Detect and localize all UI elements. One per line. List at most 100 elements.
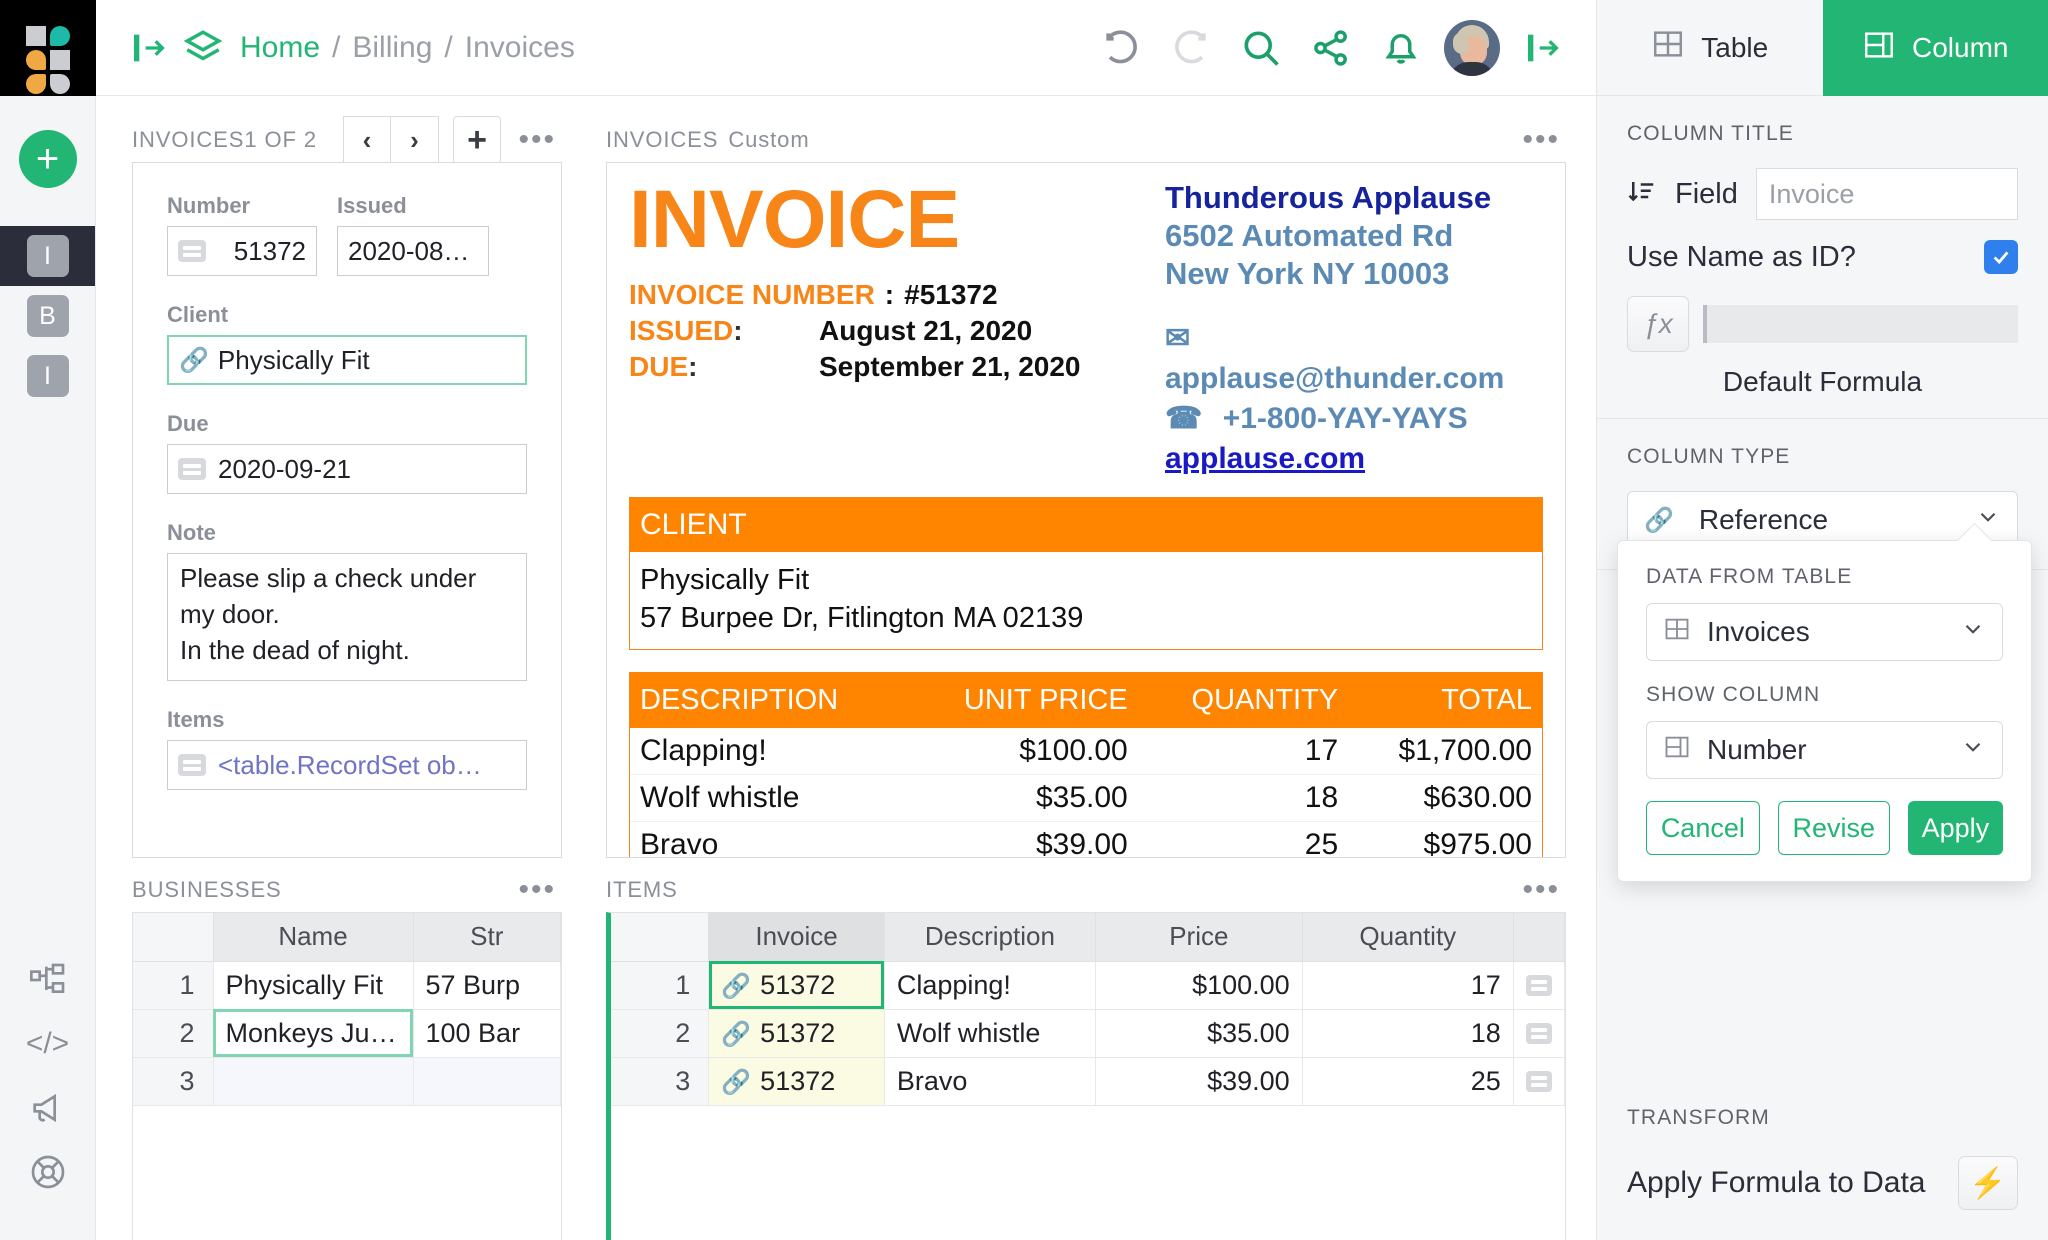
- business-name[interactable]: Monkeys Jug…: [213, 1009, 413, 1057]
- item-description[interactable]: Wolf whistle: [884, 1009, 1095, 1057]
- item-quantity[interactable]: 25: [1302, 1057, 1513, 1105]
- sidebar-item-items[interactable]: I: [0, 346, 95, 406]
- businesses-col-name[interactable]: Name: [213, 913, 413, 961]
- code-icon[interactable]: </>: [0, 1012, 95, 1076]
- panel-expand-icon[interactable]: [1516, 21, 1570, 75]
- business-street[interactable]: 57 Burp: [413, 961, 561, 1009]
- use-name-as-id-checkbox[interactable]: [1984, 240, 2018, 274]
- item-invoice[interactable]: 🔗51372: [709, 961, 885, 1009]
- item-description[interactable]: Clapping!: [884, 961, 1095, 1009]
- revise-button[interactable]: Revise: [1778, 801, 1890, 855]
- tab-table[interactable]: Table: [1597, 0, 1823, 96]
- search-icon[interactable]: [1234, 21, 1288, 75]
- help-icon[interactable]: [0, 1140, 95, 1204]
- record-pager-group: ‹ ›: [343, 116, 439, 164]
- document-title: INVOICES: [606, 127, 718, 153]
- sidebar-item-invoices[interactable]: I: [0, 226, 95, 286]
- number-field-group: Number 51372: [167, 193, 317, 276]
- item-price[interactable]: $35.00: [1096, 1009, 1303, 1057]
- item-lock-cell: [1513, 1009, 1564, 1057]
- document-subtitle: Custom: [728, 127, 809, 153]
- company-phone-line: ☎ +1-800-YAY-YAYS: [1165, 399, 1543, 439]
- invoice-left-block: INVOICE INVOICE NUMBER : #51372 ISSUED:: [629, 179, 1149, 479]
- layers-icon[interactable]: [176, 21, 230, 75]
- businesses-widget: BUSINESSES ••• Name Str: [132, 868, 562, 1240]
- item-description[interactable]: Bravo: [884, 1057, 1095, 1105]
- megaphone-icon[interactable]: [0, 1076, 95, 1140]
- sidebar-item-businesses[interactable]: B: [0, 286, 95, 346]
- invoice-number-key: INVOICE NUMBER: [629, 277, 875, 313]
- business-street[interactable]: 100 Bar: [413, 1009, 561, 1057]
- items-col-price[interactable]: Price: [1096, 913, 1303, 961]
- item-invoice[interactable]: 🔗51372: [709, 1057, 885, 1105]
- line-item-row: Bravo $39.00 25 $975.00: [630, 822, 1542, 859]
- business-street[interactable]: [413, 1057, 561, 1105]
- items-col-lock: [1513, 913, 1564, 961]
- items-grid-box[interactable]: Invoice Description Price Quantity 1: [606, 912, 1566, 1240]
- item-quantity[interactable]: 17: [1302, 961, 1513, 1009]
- logo-petal: [26, 74, 46, 94]
- next-record-button[interactable]: ›: [391, 116, 439, 164]
- line-unit-price: $35.00: [906, 775, 1138, 822]
- client-field[interactable]: 🔗 Physically Fit: [167, 335, 527, 385]
- business-name[interactable]: Physically Fit: [213, 961, 413, 1009]
- bell-icon[interactable]: [1374, 21, 1428, 75]
- lock-icon: [178, 754, 206, 776]
- items-title: ITEMS: [606, 877, 678, 903]
- schema-icon[interactable]: [0, 948, 95, 1012]
- record-card-menu[interactable]: •••: [512, 134, 562, 146]
- app-logo[interactable]: [0, 0, 96, 96]
- col-description: DESCRIPTION: [630, 673, 906, 728]
- businesses-menu[interactable]: •••: [512, 884, 562, 896]
- items-col-quantity[interactable]: Quantity: [1302, 913, 1513, 961]
- item-invoice[interactable]: 🔗51372: [709, 1009, 885, 1057]
- undo-icon[interactable]: [1094, 21, 1148, 75]
- issued-field[interactable]: 2020-08…: [337, 226, 489, 276]
- apply-button[interactable]: Apply: [1908, 801, 2003, 855]
- show-column-select[interactable]: Number: [1646, 721, 2003, 779]
- document-menu[interactable]: •••: [1516, 134, 1566, 146]
- data-from-table-select[interactable]: Invoices: [1646, 603, 2003, 661]
- add-new-button[interactable]: +: [19, 130, 77, 188]
- line-total: $1,700.00: [1348, 728, 1542, 775]
- business-name[interactable]: [213, 1057, 413, 1105]
- line-total: $630.00: [1348, 775, 1542, 822]
- panel-collapse-icon[interactable]: [122, 21, 176, 75]
- share-icon[interactable]: [1304, 21, 1358, 75]
- breadcrumb-home[interactable]: Home: [240, 31, 320, 65]
- prev-record-button[interactable]: ‹: [343, 116, 391, 164]
- tab-column[interactable]: Column: [1823, 0, 2048, 96]
- item-price[interactable]: $100.00: [1096, 961, 1303, 1009]
- avatar[interactable]: [1444, 20, 1500, 76]
- items-field[interactable]: <table.RecordSet ob…: [167, 740, 527, 790]
- businesses-body: 1 Physically Fit 57 Burp 2 Monkeys Jug… …: [133, 961, 561, 1105]
- client-label: Client: [167, 302, 527, 328]
- number-field[interactable]: 51372: [167, 226, 317, 276]
- cancel-button[interactable]: Cancel: [1646, 801, 1760, 855]
- bolt-icon-button[interactable]: ⚡: [1958, 1156, 2018, 1210]
- businesses-title: BUSINESSES: [132, 877, 282, 903]
- items-menu[interactable]: •••: [1516, 884, 1566, 896]
- item-quantity[interactable]: 18: [1302, 1009, 1513, 1057]
- logo-petal: [50, 50, 70, 70]
- items-col-description[interactable]: Description: [884, 913, 1095, 961]
- formula-input[interactable]: [1703, 305, 2018, 343]
- add-record-button[interactable]: +: [453, 116, 501, 164]
- popover-actions: Cancel Revise Apply: [1646, 801, 2003, 855]
- businesses-col-street[interactable]: Str: [413, 913, 561, 961]
- businesses-grid-box[interactable]: Name Str 1 Physically Fit 57 Burp: [132, 912, 562, 1240]
- redo-icon[interactable]: [1164, 21, 1218, 75]
- breadcrumb-billing[interactable]: Billing: [352, 31, 432, 65]
- field-name-input[interactable]: Invoice: [1756, 168, 2018, 220]
- note-line: In the dead of night.: [180, 632, 514, 668]
- invoice-document-widget: INVOICES Custom ••• INVOICE INVOICE NUMB…: [606, 118, 1566, 858]
- company-website[interactable]: applause.com: [1165, 439, 1543, 479]
- col-total: TOTAL: [1348, 673, 1542, 728]
- items-col-invoice[interactable]: Invoice: [709, 913, 885, 961]
- formula-icon-button[interactable]: ƒx: [1627, 296, 1689, 352]
- due-field[interactable]: 2020-09-21: [167, 444, 527, 494]
- breadcrumb-separator: /: [444, 31, 452, 65]
- breadcrumb-invoices[interactable]: Invoices: [465, 31, 575, 65]
- note-field[interactable]: Please slip a check under my door. In th…: [167, 553, 527, 681]
- item-price[interactable]: $39.00: [1096, 1057, 1303, 1105]
